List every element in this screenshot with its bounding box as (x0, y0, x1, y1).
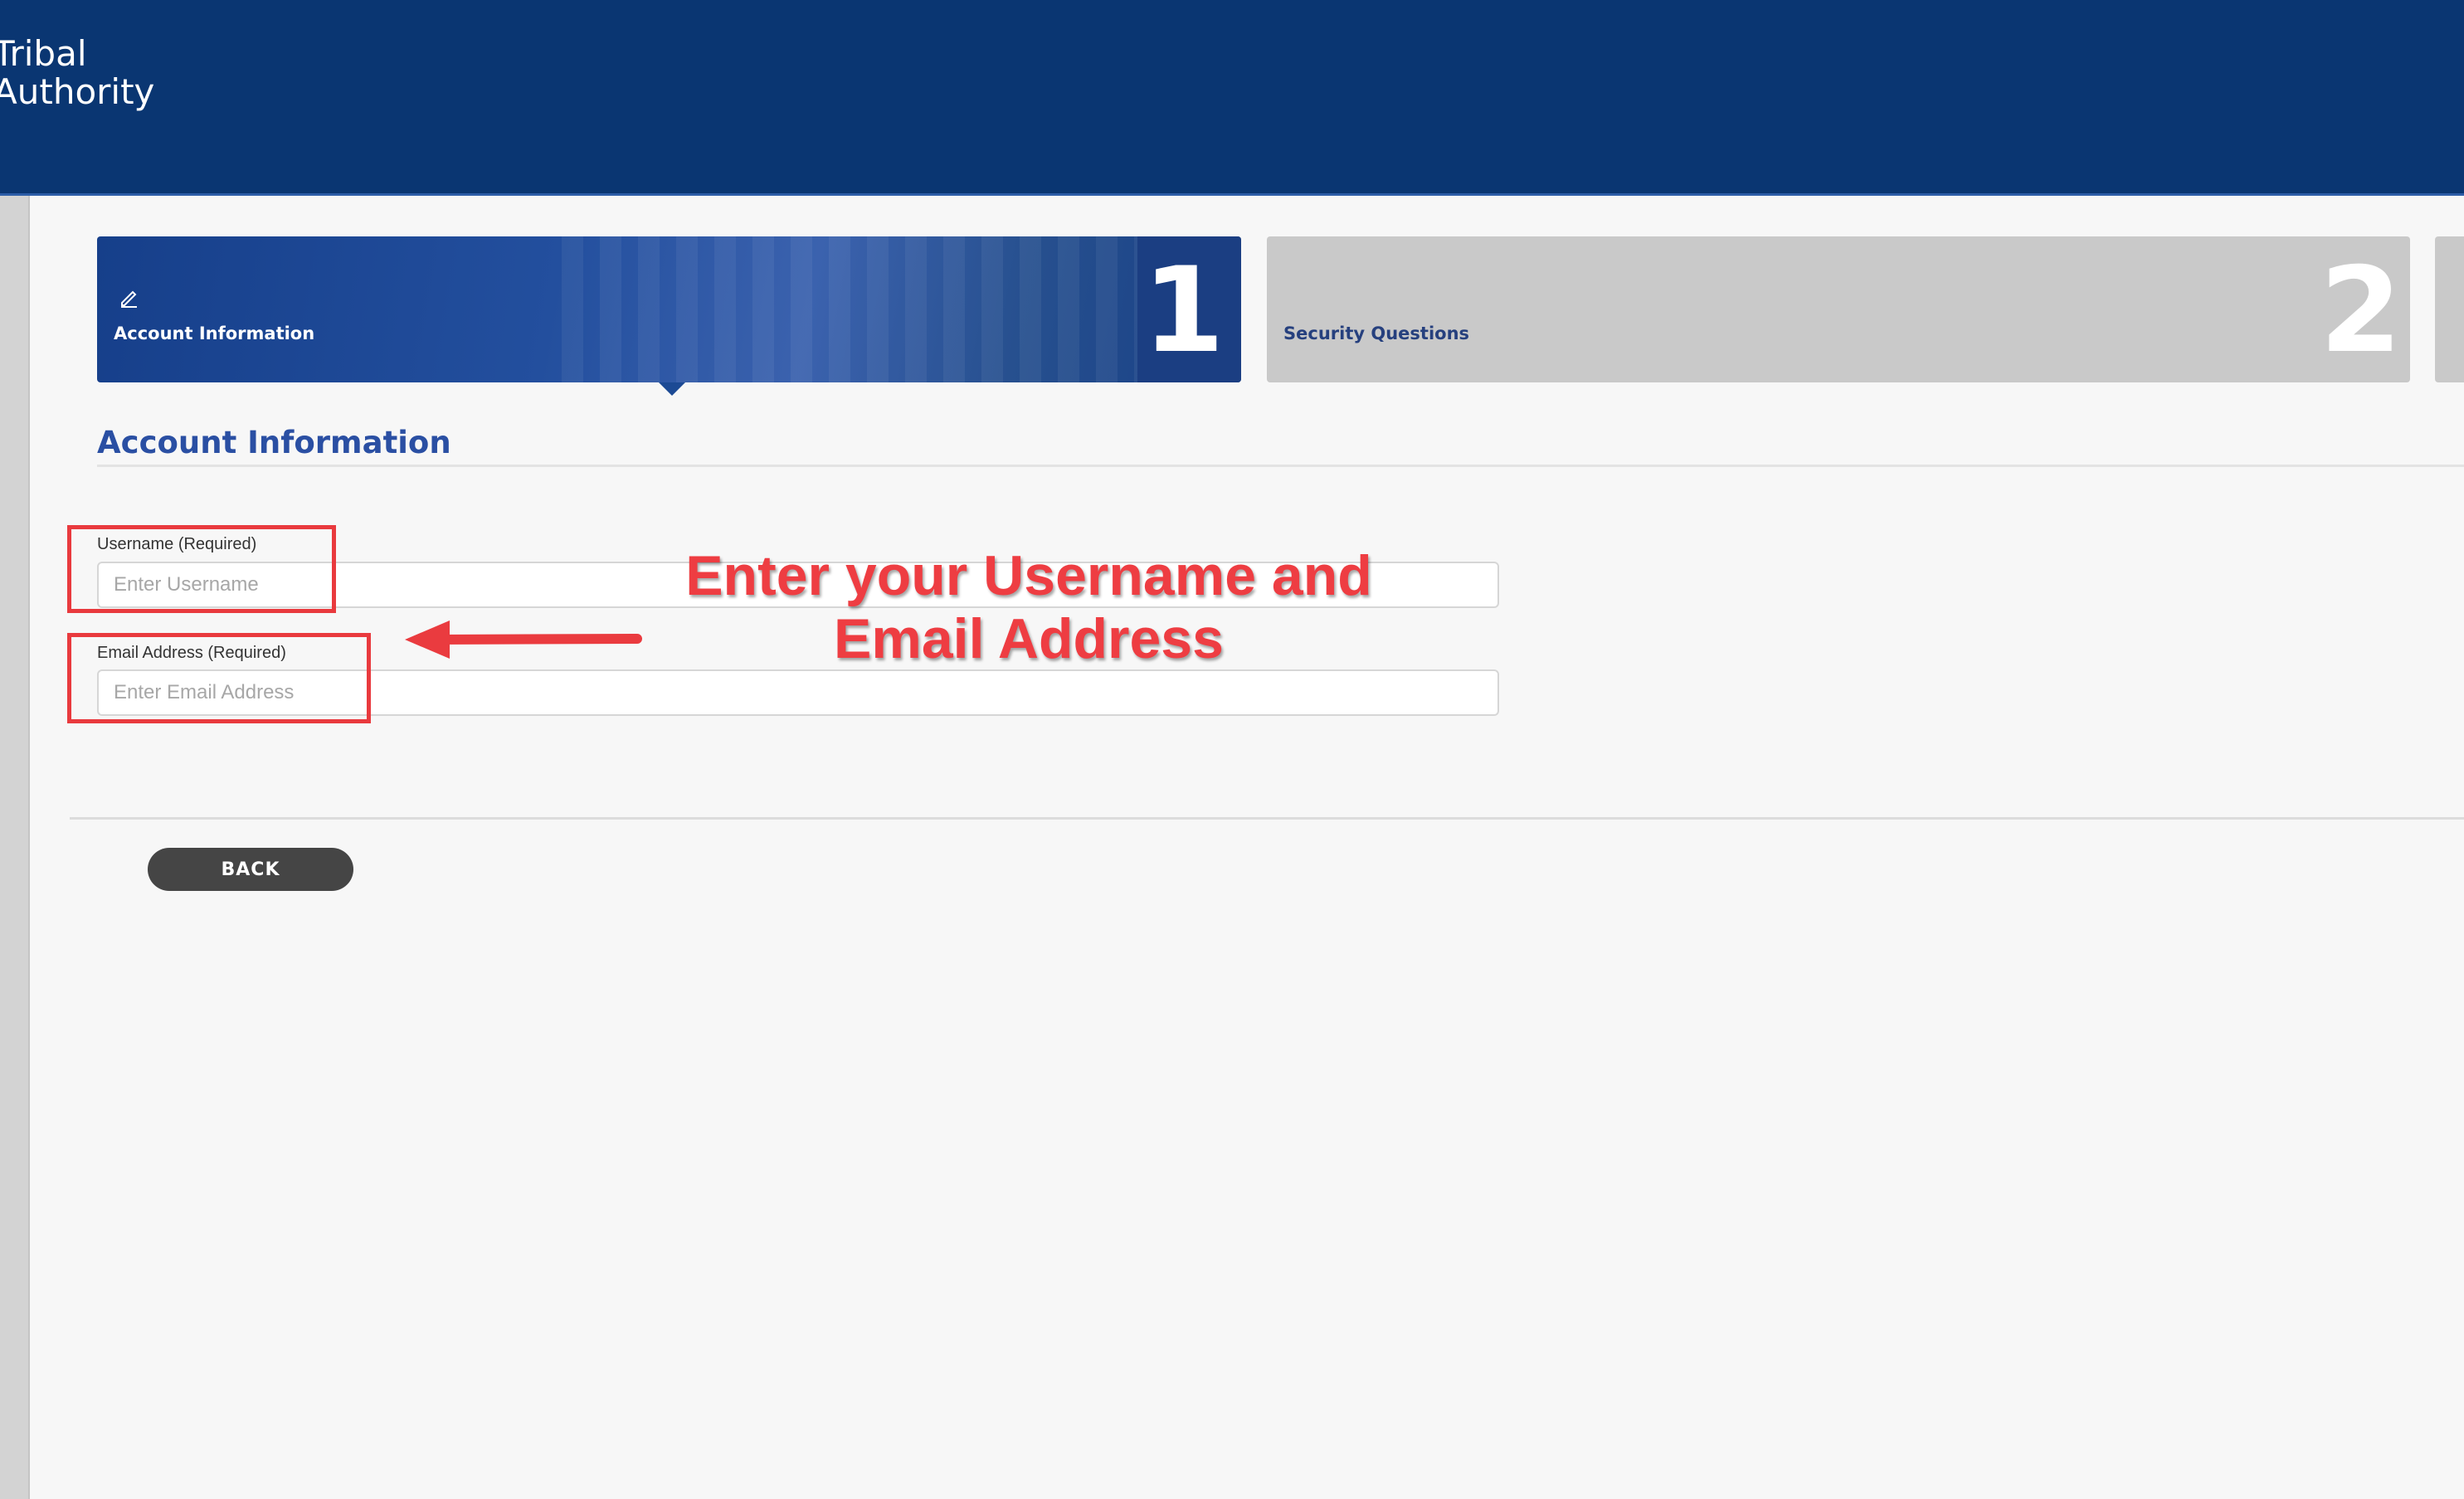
step-number: 2 (2320, 242, 2402, 379)
brand-logo-text[interactable]: Tribal Authority (0, 35, 154, 111)
step-number: 1 (1142, 242, 1225, 379)
annotation-line-2: Email Address (834, 607, 1224, 670)
section-title: Account Information (97, 425, 451, 460)
active-step-caret (659, 382, 685, 396)
instruction-annotation: Enter your Username and Email Address (581, 544, 1477, 670)
arrow-left-icon (405, 621, 642, 659)
step-account-information[interactable]: Account Information 1 (97, 236, 1241, 382)
step-label: Account Information (114, 324, 315, 343)
brand-line-2: Authority (0, 71, 155, 112)
section-divider (97, 465, 2464, 467)
email-highlight-box (67, 633, 371, 723)
left-gutter (0, 196, 30, 1499)
annotation-line-1: Enter your Username and (685, 544, 1372, 607)
step-security-questions[interactable]: Security Questions 2 (1267, 236, 2410, 382)
step-background-image (562, 236, 1209, 382)
back-button[interactable]: BACK (148, 848, 353, 891)
edit-icon (121, 290, 137, 308)
brand-line-1: Tribal (0, 33, 87, 74)
step-next-partial[interactable] (2435, 236, 2464, 382)
form-divider (70, 817, 2464, 820)
step-label: Security Questions (1283, 324, 1470, 343)
top-header: Tribal Authority (0, 0, 2464, 196)
username-highlight-box (67, 525, 336, 613)
